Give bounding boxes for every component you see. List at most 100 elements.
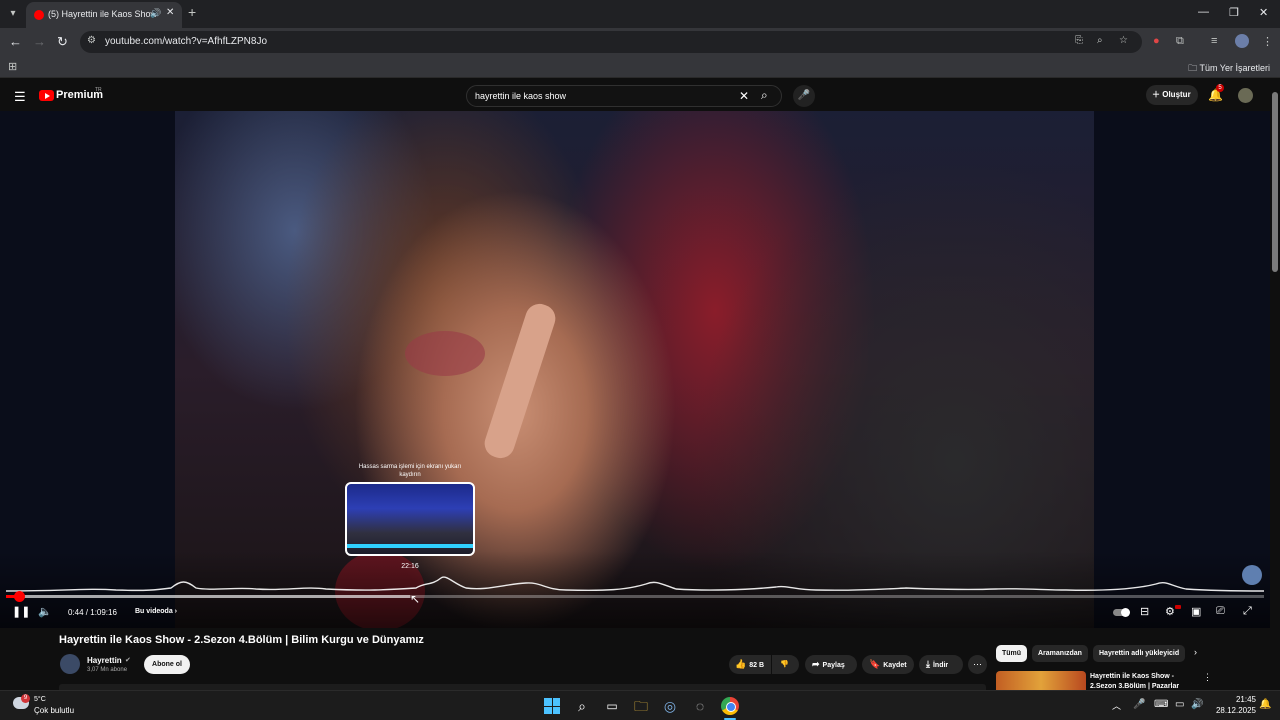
video-player[interactable] — [0, 111, 1270, 628]
search-taskbar-icon[interactable]: ⌕ — [573, 697, 591, 715]
fullscreen-icon[interactable]: ⤢ — [1243, 605, 1252, 618]
account-avatar[interactable] — [1238, 88, 1253, 103]
chrome-icon[interactable] — [721, 697, 739, 715]
youtube-logo-icon[interactable] — [39, 90, 54, 101]
extensions-puzzle-icon[interactable]: ⧉ — [1176, 35, 1184, 48]
all-bookmarks-folder[interactable]: 🗀 Tüm Yer İşaretleri — [1188, 61, 1270, 77]
notification-center-icon[interactable]: 🔔 — [1259, 699, 1271, 710]
tab-title: (5) Hayrettin ile Kaos Show — [48, 9, 158, 19]
subscriber-count: 3,07 Mn abone — [87, 667, 128, 673]
save-label: Kaydet — [883, 662, 907, 669]
chapter-button[interactable]: Bu videoda › — [135, 608, 177, 615]
apps-grid-icon[interactable]: ⊞ — [8, 60, 17, 73]
settings-gear-icon[interactable]: ⚙ — [1165, 605, 1175, 618]
extension-red-icon[interactable]: ● — [1153, 35, 1160, 47]
media-control-icon[interactable]: ≡ — [1211, 35, 1217, 47]
address-bar[interactable]: ⚙ youtube.com/watch?v=AfhfLZPN8Jo ⎘ ⌕ ☆ — [80, 31, 1142, 53]
scrub-preview-time: 22:16 — [401, 563, 419, 570]
clear-search-icon[interactable]: ✕ — [739, 89, 749, 103]
volume-icon[interactable]: 🔈 — [38, 605, 52, 618]
install-app-icon[interactable]: ⎘ — [1075, 35, 1083, 46]
task-view-icon[interactable]: ▭ — [603, 697, 621, 715]
create-button[interactable]: ＋ Oluştur — [1146, 85, 1198, 105]
url-text[interactable]: youtube.com/watch?v=AfhfLZPN8Jo — [105, 36, 267, 47]
profile-avatar[interactable] — [1235, 34, 1249, 48]
close-window-icon[interactable]: ✕ — [1259, 6, 1268, 19]
reload-icon[interactable]: ↻ — [57, 34, 68, 50]
restore-icon[interactable]: ❐ — [1229, 6, 1239, 19]
chips-next-chevron-icon[interactable]: › — [1194, 647, 1197, 657]
download-icon: ⤓ — [926, 659, 930, 669]
weather-temperature[interactable]: 5°C — [34, 696, 46, 703]
video-title: Hayrettin ile Kaos Show - 2.Sezon 4.Bölü… — [59, 634, 424, 646]
minimize-icon[interactable]: — — [1198, 6, 1209, 18]
back-arrow-icon[interactable]: ← — [9, 34, 22, 49]
clock-date[interactable]: 28.12.2025 — [1206, 706, 1256, 715]
browser-tab-active[interactable]: (5) Hayrettin ile Kaos Show 🔊 ✕ — [26, 2, 182, 28]
create-label: Oluştur — [1162, 90, 1191, 99]
subtitles-icon[interactable]: ⊟ — [1140, 605, 1149, 618]
recommended-more-icon[interactable]: ⋮ — [1203, 672, 1212, 683]
chip-from-search[interactable]: Aramanızdan — [1032, 645, 1088, 662]
share-button[interactable]: ➦ Paylaş — [805, 655, 857, 674]
recommended-title[interactable]: Hayrettin ile Kaos Show - 2.Sezon 3.Bölü… — [1090, 672, 1190, 690]
app-dotted-icon[interactable]: ◌ — [691, 697, 709, 715]
volume-tray-icon[interactable]: 🔊 — [1191, 699, 1203, 710]
bookmark-icon: 🔖 — [869, 659, 881, 669]
browser-toolbar: ← → ↻ ⚙ youtube.com/watch?v=AfhfLZPN8Jo … — [0, 28, 1280, 56]
search-box[interactable]: hayrettin ile kaos show ✕ ⌕ — [466, 85, 782, 107]
cast-icon[interactable]: ⎚ — [1216, 605, 1225, 618]
clock-time[interactable]: 21:45 — [1226, 695, 1256, 704]
mouse-cursor-icon: ↖ — [410, 592, 421, 606]
video-frame-hand — [481, 300, 559, 462]
recommended-thumbnail[interactable] — [996, 671, 1086, 690]
chip-uploader[interactable]: Hayrettin adlı yükleyicid — [1093, 645, 1185, 662]
miniplayer-icon[interactable]: ▣ — [1191, 605, 1201, 618]
chip-all[interactable]: Tümü — [996, 645, 1028, 662]
new-tab-plus-icon[interactable]: + — [188, 4, 196, 20]
tray-overflow-chevron-icon[interactable]: ︿ — [1112, 699, 1121, 712]
tab-search-chevron-icon[interactable]: ▾ — [4, 5, 22, 23]
dislike-button[interactable]: 👎 — [772, 655, 799, 674]
video-frame-detail — [405, 331, 485, 376]
page-scrollbar-thumb[interactable] — [1272, 92, 1278, 272]
hamburger-menu-icon[interactable]: ☰ — [14, 89, 26, 105]
tab-close-icon[interactable]: ✕ — [166, 7, 174, 18]
forward-arrow-icon[interactable]: → — [33, 34, 46, 49]
verified-check-icon: ✔ — [125, 657, 131, 664]
more-actions-icon[interactable]: ⋯ — [968, 655, 987, 674]
browser-menu-icon[interactable]: ⋮ — [1262, 35, 1273, 48]
site-info-icon[interactable]: ⚙ — [87, 35, 96, 46]
weather-badge: 9 — [21, 694, 30, 703]
youtube-favicon-icon — [34, 10, 44, 20]
search-input[interactable]: hayrettin ile kaos show — [475, 91, 566, 101]
progress-hover-fill — [6, 595, 411, 598]
windows-start-icon[interactable] — [544, 698, 560, 714]
microphone-tray-icon[interactable]: 🎤 — [1133, 699, 1145, 710]
app-circle-icon[interactable]: ◎ — [661, 697, 679, 715]
save-button[interactable]: 🔖 Kaydet — [862, 655, 914, 674]
download-button[interactable]: ⤓ İndir — [919, 655, 963, 674]
file-explorer-icon[interactable]: 🗀 — [632, 697, 650, 715]
thumbs-up-icon: 👍 — [735, 659, 747, 669]
share-label: Paylaş — [822, 662, 845, 669]
search-icon[interactable]: ⌕ — [761, 88, 768, 103]
autoplay-toggle[interactable] — [1113, 608, 1130, 617]
chapter-label: Bu videoda — [135, 608, 173, 615]
preview-stage-light — [347, 544, 473, 548]
speaker-icon[interactable]: 🔊 — [150, 8, 161, 19]
channel-name[interactable]: Hayrettin — [87, 656, 122, 665]
zoom-icon[interactable]: ⌕ — [1097, 35, 1103, 46]
like-count: 82 B — [749, 662, 765, 669]
pause-icon[interactable]: ❚❚ — [12, 605, 30, 618]
bookmarks-bar: ⊞ 🗀 Tüm Yer İşaretleri — [0, 56, 1280, 78]
browser-tab-bar: ▾ (5) Hayrettin ile Kaos Show 🔊 ✕ + — ❐ … — [0, 0, 1280, 28]
network-icon[interactable]: ▭ — [1175, 699, 1184, 710]
bookmark-star-icon[interactable]: ☆ — [1119, 35, 1128, 46]
microphone-icon[interactable]: 🎤 — [793, 85, 815, 107]
like-button[interactable]: 👍 82 B — [729, 655, 771, 674]
subscribe-button[interactable]: Abone ol — [144, 655, 190, 674]
weather-description[interactable]: Çok bulutlu — [34, 706, 74, 715]
channel-avatar[interactable] — [60, 654, 80, 674]
keyboard-icon[interactable]: ⌨ — [1154, 699, 1168, 710]
